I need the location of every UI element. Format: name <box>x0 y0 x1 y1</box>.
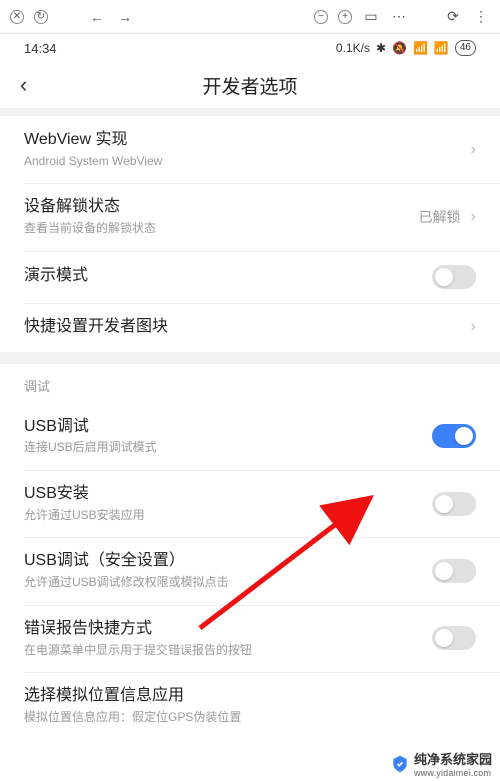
back-button[interactable]: ‹ <box>20 72 44 98</box>
close-icon[interactable]: ✕ <box>10 10 24 24</box>
refresh-icon[interactable]: ↻ <box>34 10 48 24</box>
signal-icon: 📶 <box>413 41 428 55</box>
rotate-icon[interactable]: ⟳ <box>444 8 462 26</box>
row-quick-tiles[interactable]: 快捷设置开发者图块 › <box>0 303 500 352</box>
row-label: USB调试（安全设置） <box>24 551 432 572</box>
toggle-bugreport-shortcut[interactable] <box>432 626 476 650</box>
nav-back-icon[interactable]: ← <box>88 8 106 26</box>
zoom-out-icon[interactable]: − <box>314 10 328 24</box>
reader-mode-icon[interactable]: ▭ <box>362 8 380 26</box>
settings-content: WebView 实现 Android System WebView › 设备解锁… <box>0 108 500 781</box>
watermark-brand: 纯净系统家园 <box>414 749 492 768</box>
chevron-right-icon: › <box>471 208 476 226</box>
row-subtitle: Android System WebView <box>24 154 471 170</box>
row-label: USB调试 <box>24 417 432 438</box>
chevron-right-icon: › <box>471 141 476 159</box>
bluetooth-icon: ✱ <box>376 41 386 55</box>
row-usb-install[interactable]: USB安装 允许通过USB安装应用 <box>0 470 500 537</box>
row-webview[interactable]: WebView 实现 Android System WebView › <box>0 116 500 183</box>
section-header-debug: 调试 <box>0 352 500 403</box>
toggle-demo-mode[interactable] <box>432 265 476 289</box>
row-mock-location[interactable]: 选择模拟位置信息应用 模拟位置信息应用：假定位GPS伪装位置 <box>0 672 500 739</box>
row-demo-mode[interactable]: 演示模式 <box>0 251 500 303</box>
row-unlock-status[interactable]: 设备解锁状态 查看当前设备的解锁状态 已解锁 › <box>0 183 500 250</box>
overflow-icon[interactable]: ⋮ <box>472 8 490 26</box>
row-label: 选择模拟位置信息应用 <box>24 686 476 707</box>
row-subtitle: 模拟位置信息应用：假定位GPS伪装位置 <box>24 710 476 726</box>
watermark-logo-icon <box>390 754 410 774</box>
more-icon[interactable]: ⋯ <box>390 8 408 26</box>
battery-indicator: 46 <box>455 40 476 56</box>
status-bar: 14:34 0.1K/s ✱ 🔕 📶 📶 46 <box>0 34 500 62</box>
row-subtitle: 连接USB后启用调试模式 <box>24 440 432 456</box>
row-usb-debug-security[interactable]: USB调试（安全设置） 允许通过USB调试修改权限或模拟点击 <box>0 537 500 604</box>
watermark-url: www.yidaimei.com <box>414 768 492 778</box>
watermark: 纯净系统家园 www.yidaimei.com <box>388 748 494 779</box>
row-subtitle: 允许通过USB调试修改权限或模拟点击 <box>24 575 432 591</box>
row-value: 已解锁 <box>419 207 461 227</box>
row-subtitle: 查看当前设备的解锁状态 <box>24 221 419 237</box>
row-bugreport-shortcut[interactable]: 错误报告快捷方式 在电源菜单中显示用于提交错误报告的按钮 <box>0 605 500 672</box>
toggle-usb-debug-security[interactable] <box>432 559 476 583</box>
row-subtitle: 在电源菜单中显示用于提交错误报告的按钮 <box>24 643 432 659</box>
toggle-usb-install[interactable] <box>432 492 476 516</box>
row-label: 设备解锁状态 <box>24 197 419 218</box>
chevron-right-icon: › <box>471 318 476 336</box>
row-usb-debug[interactable]: USB调试 连接USB后启用调试模式 <box>0 403 500 470</box>
network-speed: 0.1K/s <box>336 41 370 55</box>
title-bar: ‹ 开发者选项 <box>0 62 500 108</box>
clock: 14:34 <box>24 41 57 56</box>
row-label: 演示模式 <box>24 266 432 287</box>
row-subtitle: 允许通过USB安装应用 <box>24 508 432 524</box>
zoom-in-icon[interactable]: + <box>338 10 352 24</box>
row-label: WebView 实现 <box>24 130 471 151</box>
nav-forward-icon[interactable]: → <box>116 8 134 26</box>
page-title: 开发者选项 <box>0 72 500 99</box>
row-label: USB安装 <box>24 484 432 505</box>
row-label: 快捷设置开发者图块 <box>24 317 471 338</box>
phone-screenshot: 14:34 0.1K/s ✱ 🔕 📶 📶 46 ‹ 开发者选项 WebView … <box>0 34 500 781</box>
row-label: 错误报告快捷方式 <box>24 619 432 640</box>
toggle-usb-debug[interactable] <box>432 424 476 448</box>
wifi-icon: 📶 <box>434 41 449 55</box>
mute-icon: 🔕 <box>392 41 407 55</box>
browser-toolbar: ✕ ↻ ← → − + ▭ ⋯ ⟳ ⋮ <box>0 0 500 34</box>
